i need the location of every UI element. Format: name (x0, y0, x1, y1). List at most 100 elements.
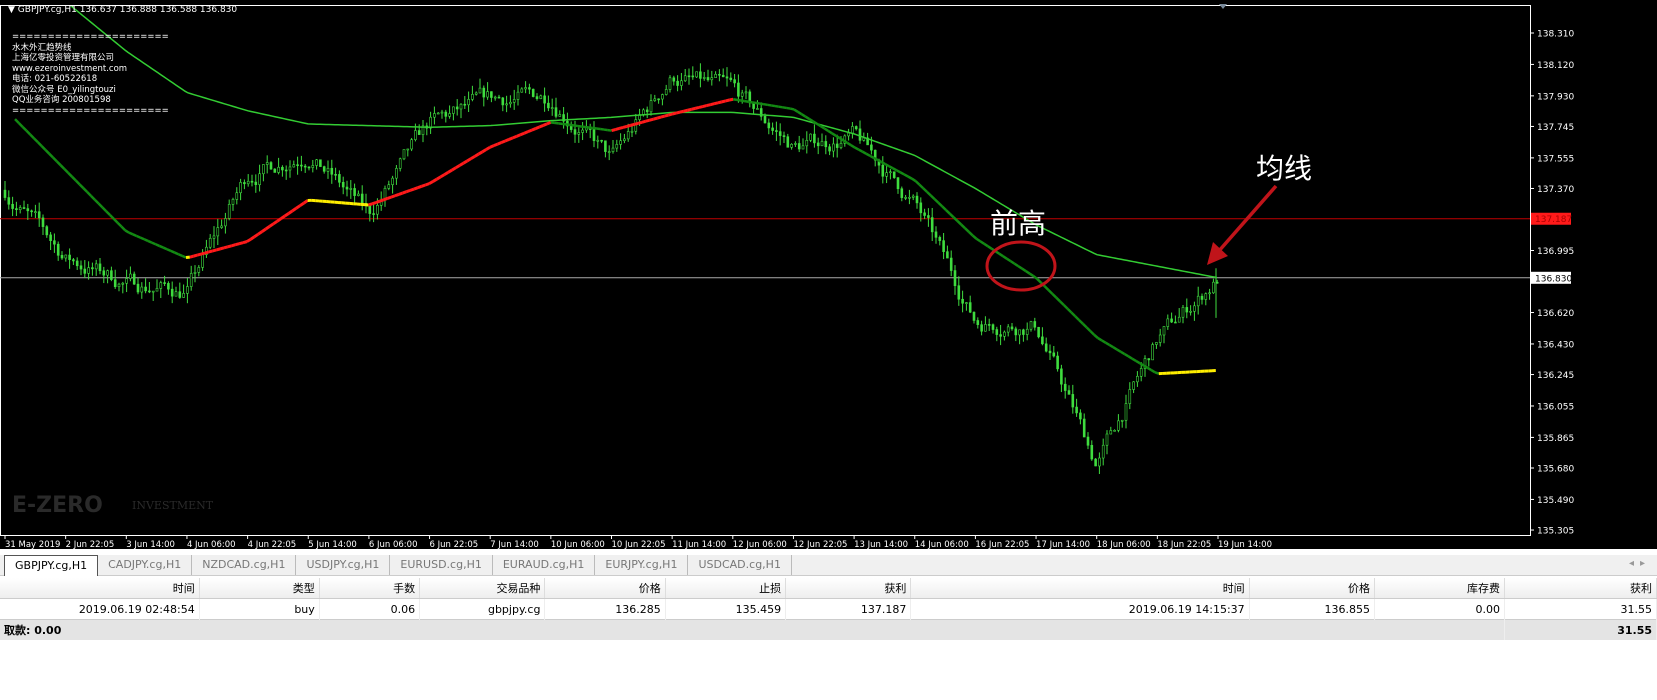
trend-ma-segment (197, 252, 202, 257)
collapse-triangle-icon[interactable]: ▼ (8, 5, 15, 15)
x-tick-label: 2 Jun 22:05 (66, 540, 115, 550)
tab-scroll-arrows-icon[interactable]: ◂▸ (1629, 558, 1651, 569)
column-header[interactable]: 时间 (0, 578, 200, 599)
candle (767, 118, 771, 135)
candle (307, 166, 311, 171)
candle (539, 94, 543, 100)
candle (56, 241, 60, 261)
candle (809, 133, 812, 143)
candle (155, 279, 159, 292)
tab-eurjpy-cg-h1[interactable]: EURJPY.cg,H1 (595, 555, 689, 575)
column-header[interactable]: 时间 (910, 578, 1250, 599)
candle (433, 106, 436, 125)
candle (463, 96, 467, 110)
candle (961, 290, 964, 313)
trend-ma-segment (1116, 348, 1122, 353)
trend-ma-segment (242, 240, 248, 245)
tab-gbpjpy-cg-h1[interactable]: GBPJPY.cg,H1 (4, 555, 99, 576)
candle (440, 109, 444, 119)
table-cell: 0.06 (319, 598, 421, 620)
candle (284, 165, 288, 180)
price-badge-label: 136.830 (1535, 274, 1572, 284)
info-line: ====================== (12, 32, 169, 42)
trend-ma-segment (21, 125, 28, 132)
chart-canvas[interactable]: E-ZERO INVESTMENT 138.310 138.120 137.930 137… (0, 0, 1657, 552)
trend-ma-segment (914, 180, 921, 186)
plot-border (0, 5, 1531, 536)
trend-ma-segment (276, 217, 282, 223)
candle (117, 282, 121, 292)
trend-ma-segment (227, 244, 232, 249)
column-header[interactable]: 价格 (1249, 578, 1375, 599)
x-tick-label: 7 Jun 14:00 (490, 540, 539, 550)
tab-usdcad-cg-h1[interactable]: USDCAD.cg,H1 (688, 555, 792, 575)
table-cell: 31.55 (1504, 598, 1657, 620)
candle (820, 133, 824, 147)
candle (501, 96, 505, 112)
trend-ma-segment (174, 251, 179, 256)
x-tick-label: 12 Jun 22:05 (793, 540, 847, 550)
candle (946, 245, 949, 259)
column-header[interactable]: 手数 (319, 578, 421, 599)
candle (1044, 337, 1048, 353)
trend-ma-segment (634, 121, 639, 126)
column-header[interactable]: 获利 (785, 578, 912, 599)
x-tick-label: 6 Jun 06:00 (369, 540, 418, 550)
candle (311, 159, 315, 173)
trend-ma-segment (1062, 304, 1069, 310)
chart-shift-marker-icon[interactable] (1219, 4, 1227, 9)
tab-eurusd-cg-h1[interactable]: EURUSD.cg,H1 (390, 555, 493, 575)
column-header[interactable]: 交易品种 (419, 578, 546, 599)
tab-usdjpy-cg-h1[interactable]: USDJPY.cg,H1 (296, 555, 391, 575)
trend-ma-segment (1135, 359, 1141, 365)
candle (395, 165, 398, 185)
chart-ohlc: 136.637 136.888 136.588 136.830 (79, 5, 238, 15)
trend-ma-segment (55, 160, 62, 167)
candle (619, 133, 622, 150)
trend-ma-segment (911, 177, 917, 183)
trend-ma-segment (1036, 278, 1042, 284)
candle (1063, 377, 1067, 399)
candle (1200, 293, 1204, 305)
trend-ma-segment (470, 155, 476, 160)
candle (1162, 326, 1166, 344)
price-chart[interactable]: E-ZERO INVESTMENT 138.310 138.120 137.930 137… (0, 0, 1657, 552)
trend-ma-segment (767, 103, 772, 107)
y-tick-label: 136.995 (1537, 247, 1574, 257)
trend-ma-segment (903, 173, 909, 178)
candle (1098, 452, 1101, 474)
trend-ma-segment (1108, 343, 1114, 349)
candle (881, 156, 885, 184)
candle (273, 168, 277, 173)
trend-ma-segment (1150, 368, 1156, 374)
tab-euraud-cg-h1[interactable]: EURAUD.cg,H1 (493, 555, 596, 575)
tab-nzdcad-cg-h1[interactable]: NZDCAD.cg,H1 (192, 555, 297, 575)
candle (26, 203, 30, 220)
table-row[interactable]: 2019.06.19 02:48:54 buy 0.06 gbpjpy.cg 136.2… (0, 598, 1657, 620)
candle (250, 174, 254, 187)
trend-ma-segment (706, 103, 711, 108)
trend-ma-segment (272, 219, 279, 226)
candle (649, 94, 653, 116)
candle (75, 257, 79, 270)
candle (797, 135, 801, 153)
column-header[interactable]: 库存费 (1374, 578, 1505, 599)
candle (193, 265, 197, 283)
trend-ma-segment (618, 126, 624, 130)
candle (448, 105, 451, 119)
tab-cadjpy-cg-h1[interactable]: CADJPY.cg,H1 (98, 555, 193, 575)
column-header[interactable]: 价格 (544, 578, 666, 599)
column-header[interactable]: 获利 (1504, 578, 1657, 599)
x-tick-label: 11 Jun 14:00 (672, 540, 726, 550)
column-header[interactable]: 类型 (199, 578, 320, 599)
candle (170, 281, 174, 304)
candle (1101, 438, 1105, 466)
trend-ma-segment (231, 243, 236, 248)
trend-ma-segment (694, 105, 700, 110)
trend-ma-segment (36, 141, 43, 147)
trend-ma-segment (1059, 300, 1065, 306)
candle (1041, 327, 1044, 346)
column-header[interactable]: 止损 (665, 578, 787, 599)
trend-ma-segment (82, 187, 89, 193)
candle (15, 201, 18, 217)
